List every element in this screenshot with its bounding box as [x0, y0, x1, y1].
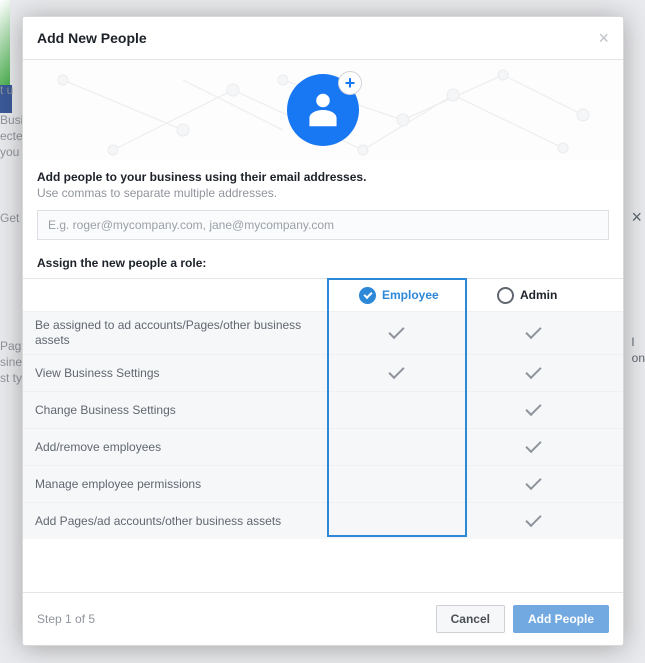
check-icon: [525, 437, 541, 453]
permission-cell-admin: [465, 331, 601, 335]
permission-row: View Business Settings: [23, 354, 623, 391]
radio-unchecked-icon: [497, 287, 514, 304]
permission-cell-admin: [465, 371, 601, 375]
check-icon: [525, 511, 541, 527]
check-icon: [388, 363, 404, 379]
permission-row: Add/remove employees: [23, 428, 623, 465]
add-people-modal: Add New People × + Add people to your bu…: [22, 16, 624, 646]
check-icon: [388, 323, 404, 339]
instruction-secondary: Use commas to separate multiple addresse…: [37, 186, 609, 200]
permission-label: Add Pages/ad accounts/other business ass…: [23, 508, 327, 535]
assign-role-label: Assign the new people a role:: [37, 256, 609, 270]
modal-footer: Step 1 of 5 Cancel Add People: [23, 592, 623, 645]
plus-icon: +: [338, 71, 362, 95]
permission-label: Be assigned to ad accounts/Pages/other b…: [23, 312, 327, 354]
modal-body: + Add people to your business using thei…: [23, 60, 623, 592]
check-icon: [525, 474, 541, 490]
permission-cell-employee: [327, 331, 465, 335]
permission-label: View Business Settings: [23, 360, 327, 387]
permission-label: Manage employee permissions: [23, 471, 327, 498]
radio-checked-icon: [359, 287, 376, 304]
permission-cell-admin: [465, 408, 601, 412]
email-input[interactable]: [37, 210, 609, 240]
role-permission-grid: Employee Admin Be assigned to ad account…: [23, 278, 623, 539]
permission-label: Add/remove employees: [23, 434, 327, 461]
add-people-button[interactable]: Add People: [513, 605, 609, 633]
cancel-button[interactable]: Cancel: [436, 605, 505, 633]
permission-cell-employee: [327, 371, 465, 375]
modal-title: Add New People: [37, 30, 147, 46]
modal-header: Add New People ×: [23, 17, 623, 60]
role-label-admin: Admin: [520, 288, 557, 302]
instruction-primary: Add people to your business using their …: [37, 170, 609, 184]
permission-row: Change Business Settings: [23, 391, 623, 428]
permission-cell-admin: [465, 445, 601, 449]
hero-graphic: +: [23, 60, 623, 160]
person-badge-icon: +: [287, 74, 359, 146]
role-label-employee: Employee: [382, 288, 439, 302]
role-option-employee[interactable]: Employee: [349, 279, 487, 311]
permission-row: Manage employee permissions: [23, 465, 623, 502]
permission-cell-admin: [465, 519, 601, 523]
check-icon: [525, 323, 541, 339]
check-icon: [525, 363, 541, 379]
permission-cell-admin: [465, 482, 601, 486]
step-indicator: Step 1 of 5: [37, 612, 95, 626]
permission-label: Change Business Settings: [23, 397, 327, 424]
role-option-admin[interactable]: Admin: [487, 279, 623, 311]
permission-row: Be assigned to ad accounts/Pages/other b…: [23, 311, 623, 354]
close-icon[interactable]: ×: [598, 29, 609, 47]
permission-row: Add Pages/ad accounts/other business ass…: [23, 502, 623, 539]
check-icon: [525, 400, 541, 416]
